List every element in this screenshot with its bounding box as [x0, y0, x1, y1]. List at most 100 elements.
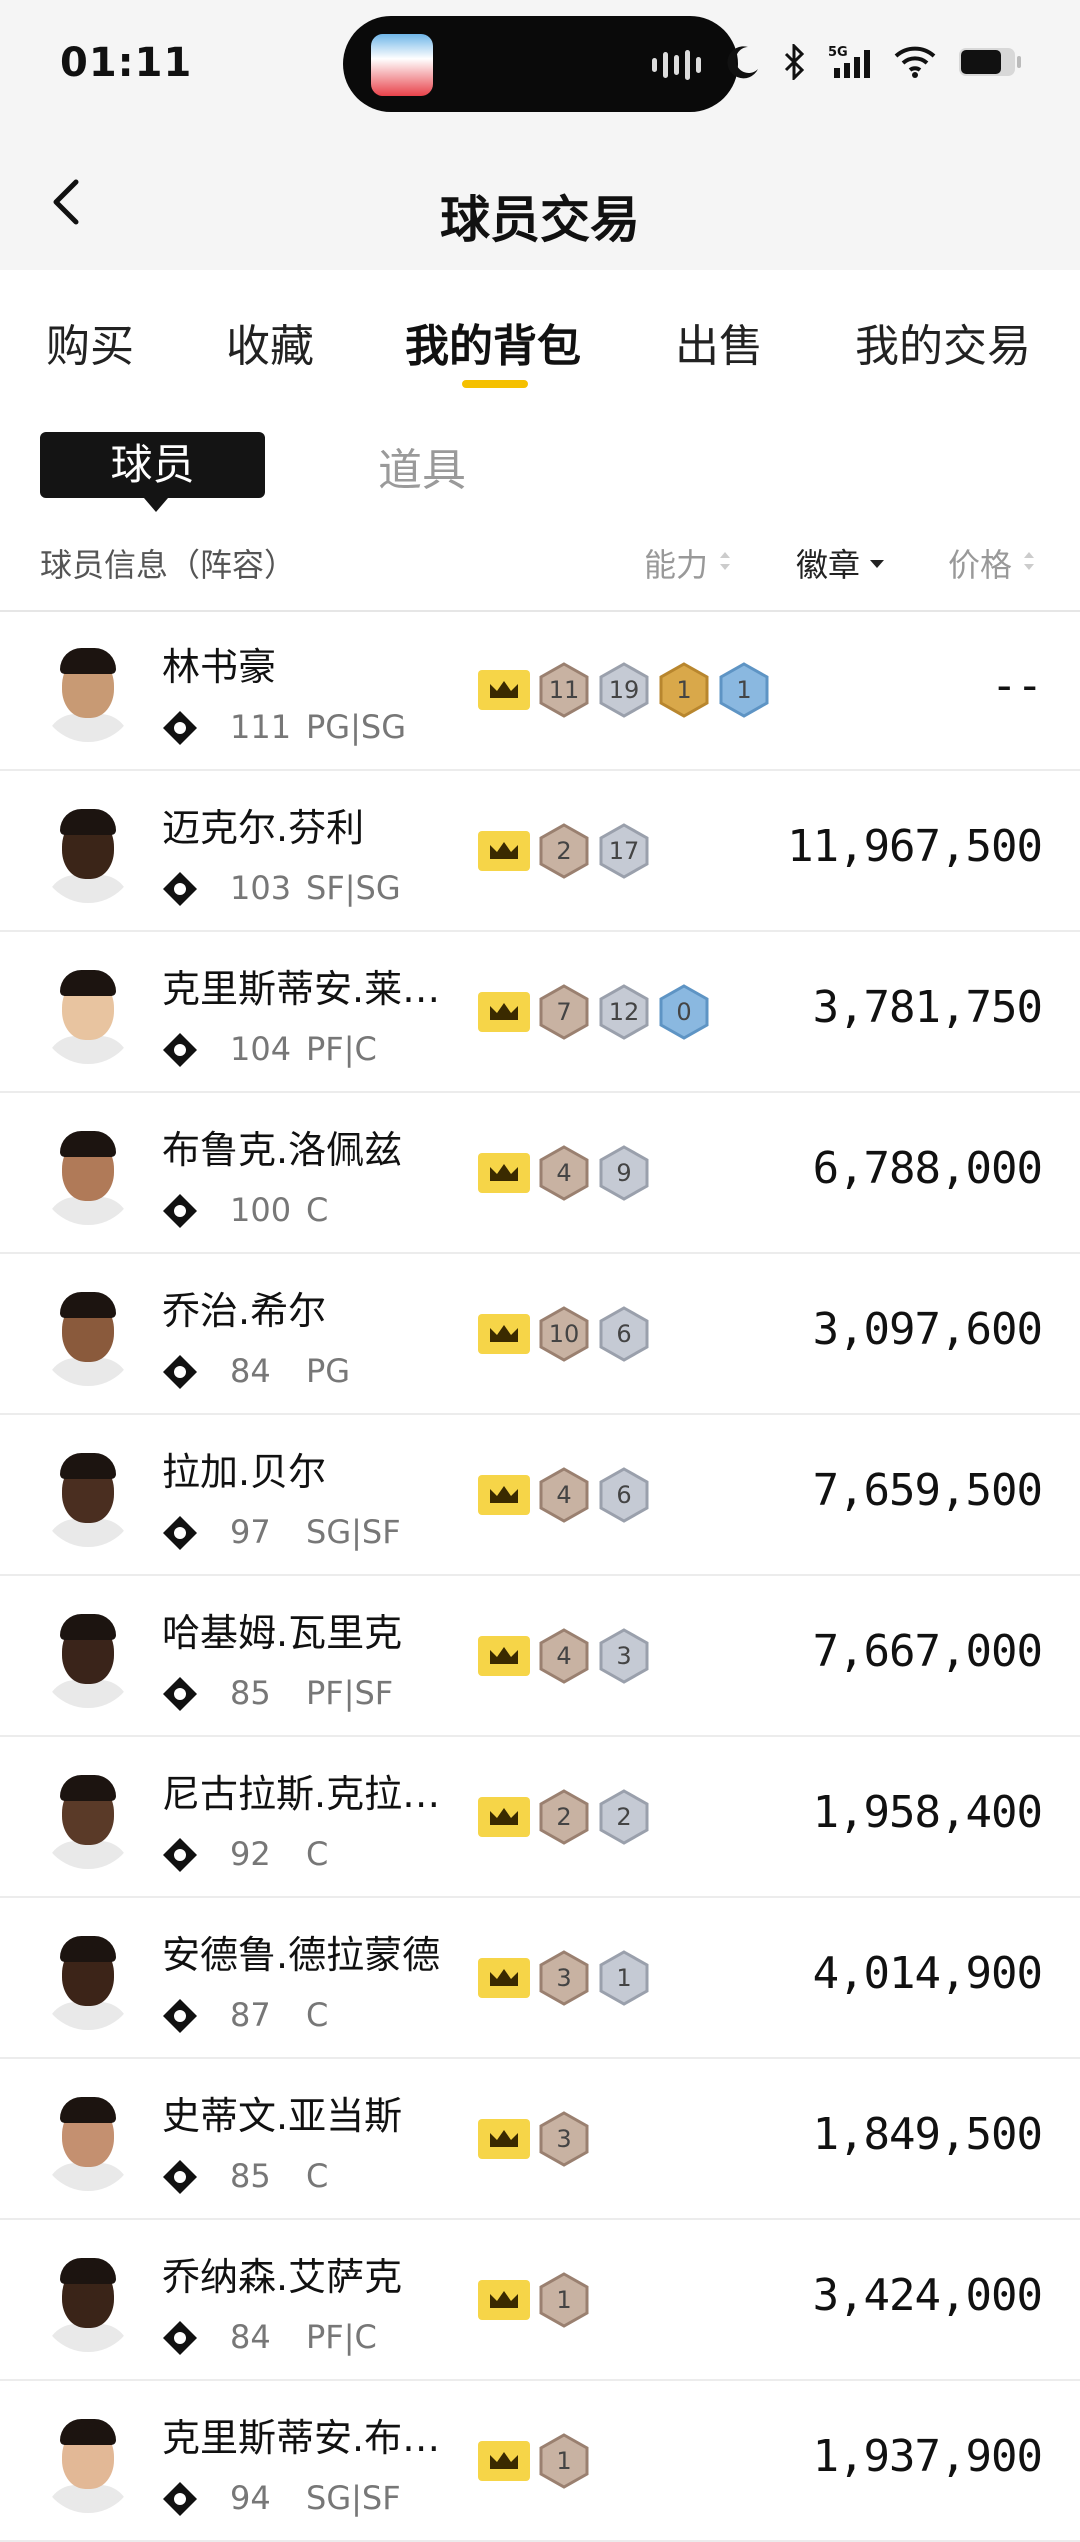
player-position: SG|SF — [306, 1513, 401, 1551]
sort-icon[interactable] — [718, 548, 732, 574]
player-price: 3,424,000 — [812, 2270, 1043, 2321]
crown-icon — [478, 1958, 530, 1998]
player-row[interactable]: 乔治.希尔 84 PG 10 6 3,097,600 — [0, 1254, 1080, 1415]
player-row[interactable]: 克里斯蒂安.布… 94 SG|SF 1 1,937,900 — [0, 2381, 1080, 2542]
crown-icon — [478, 1314, 530, 1354]
badge-count-label: 7 — [556, 998, 572, 1026]
player-price: 3,781,750 — [812, 982, 1043, 1033]
player-position: SG|SF — [306, 2479, 401, 2517]
player-position: PG|SG — [306, 708, 406, 746]
sort-desc-icon[interactable] — [870, 548, 884, 574]
badge-count-bronze: 4 — [538, 1145, 590, 1201]
player-price: 1,958,400 — [812, 1787, 1043, 1838]
badge-group: 22 — [478, 1789, 650, 1845]
badge-count-label: 10 — [548, 1320, 580, 1348]
player-row[interactable]: 克里斯蒂安.莱… 104 PF|C 7 12 0 3,781,750 — [0, 932, 1080, 1093]
player-row[interactable]: 尼古拉斯.克拉… 92 C 2 2 1,958,400 — [0, 1737, 1080, 1898]
player-name: 林书豪 — [162, 645, 277, 689]
column-badge[interactable]: 徽章 — [796, 540, 860, 586]
tab-favorites[interactable]: 收藏 — [226, 310, 314, 374]
player-avatar — [40, 1451, 136, 1547]
badge-count-label: 9 — [616, 1159, 632, 1187]
badge-group: 43 — [478, 1628, 650, 1684]
player-position: C — [306, 1996, 329, 2034]
player-avatar — [40, 2417, 136, 2513]
player-name: 乔纳森.艾萨克 — [162, 2255, 403, 2299]
rank-diamond-icon — [163, 1516, 197, 1550]
badge-count-blue: 0 — [658, 984, 710, 1040]
player-row[interactable]: 乔纳森.艾萨克 84 PF|C 1 3,424,000 — [0, 2220, 1080, 2381]
player-position: C — [306, 2157, 329, 2195]
sort-icon[interactable] — [1022, 548, 1036, 574]
rank-diamond-icon — [163, 1033, 197, 1067]
player-position: C — [306, 1835, 329, 1873]
player-row[interactable]: 拉加.贝尔 97 SG|SF 4 6 7,659,500 — [0, 1415, 1080, 1576]
crown-icon — [478, 670, 530, 710]
player-name: 布鲁克.洛佩兹 — [162, 1128, 403, 1172]
badge-count-silver: 9 — [598, 1145, 650, 1201]
badge-group: 7 12 0 — [478, 984, 710, 1040]
player-position: SF|SG — [306, 869, 401, 907]
player-rating: 94 — [230, 2479, 271, 2517]
player-avatar — [40, 2256, 136, 2352]
player-rating: 103 — [230, 869, 292, 907]
player-price: 1,937,900 — [812, 2431, 1043, 2482]
badge-count-silver: 6 — [598, 1467, 650, 1523]
badge-count-label: 17 — [608, 837, 640, 865]
badge-count-label: 11 — [548, 676, 580, 704]
page-title: 球员交易 — [440, 191, 640, 249]
badge-group: 46 — [478, 1467, 650, 1523]
badge-group: 1 — [478, 2433, 590, 2489]
tab-my-backpack[interactable]: 我的背包 — [405, 310, 581, 374]
subtab-items[interactable]: 道具 — [378, 434, 466, 498]
player-avatar — [40, 1129, 136, 1225]
player-avatar — [40, 1612, 136, 1708]
player-price: 1,849,500 — [812, 2109, 1043, 2160]
column-ability[interactable]: 能力 — [644, 540, 708, 586]
tab-sell[interactable]: 出售 — [675, 310, 763, 374]
rank-diamond-icon — [163, 2482, 197, 2516]
badge-count-bronze: 4 — [538, 1467, 590, 1523]
player-row[interactable]: 布鲁克.洛佩兹 100 C 4 9 6,788,000 — [0, 1093, 1080, 1254]
player-rating: 84 — [230, 2318, 271, 2356]
player-row[interactable]: 哈基姆.瓦里克 85 PF|SF 4 3 7,667,000 — [0, 1576, 1080, 1737]
rank-diamond-icon — [163, 711, 197, 745]
badge-count-bronze: 2 — [538, 1789, 590, 1845]
sub-tabs: 球员 道具 — [0, 400, 1080, 520]
badge-count-label: 1 — [556, 2286, 572, 2314]
tab-my-trades[interactable]: 我的交易 — [855, 310, 1031, 374]
bluetooth-icon — [784, 44, 805, 80]
crown-icon — [478, 2280, 530, 2320]
badge-group: 1 — [478, 2272, 590, 2328]
player-name: 安德鲁.德拉蒙德 — [162, 1933, 441, 1977]
column-price[interactable]: 价格 — [948, 540, 1012, 586]
rank-diamond-icon — [163, 2321, 197, 2355]
player-name: 迈克尔.芬利 — [162, 806, 365, 850]
player-position: PF|C — [306, 1030, 377, 1068]
badge-count-silver: 1 — [598, 1950, 650, 2006]
nav-header: 球员交易 — [0, 130, 1080, 270]
badge-count-silver: 3 — [598, 1628, 650, 1684]
player-avatar — [40, 1934, 136, 2030]
player-row[interactable]: 林书豪 111 PG|SG 11 19 1 1 -- — [0, 610, 1080, 771]
tab-buy[interactable]: 购买 — [46, 310, 134, 374]
dynamic-island — [343, 16, 738, 112]
player-rating: 92 — [230, 1835, 271, 1873]
column-header: 球员信息（阵容） 能力 徽章 价格 — [0, 520, 1080, 612]
player-name: 克里斯蒂安.莱… — [162, 967, 441, 1011]
badge-count-label: 1 — [736, 676, 752, 704]
player-row[interactable]: 迈克尔.芬利 103 SF|SG 2 17 11,967,500 — [0, 771, 1080, 932]
subtab-players[interactable]: 球员 — [40, 432, 265, 512]
player-row[interactable]: 安德鲁.德拉蒙德 87 C 3 1 4,014,900 — [0, 1898, 1080, 2059]
svg-text:5G: 5G — [828, 45, 848, 60]
player-row[interactable]: 史蒂文.亚当斯 85 C 3 1,849,500 — [0, 2059, 1080, 2220]
rank-diamond-icon — [163, 1999, 197, 2033]
badge-group: 49 — [478, 1145, 650, 1201]
status-icons: 5G — [726, 44, 1022, 80]
player-avatar — [40, 807, 136, 903]
status-bar: 01:11 5G — [0, 0, 1080, 130]
player-price: -- — [991, 660, 1043, 711]
player-position: PF|SF — [306, 1674, 394, 1712]
badge-group: 10 6 — [478, 1306, 650, 1362]
player-position: C — [306, 1191, 329, 1229]
